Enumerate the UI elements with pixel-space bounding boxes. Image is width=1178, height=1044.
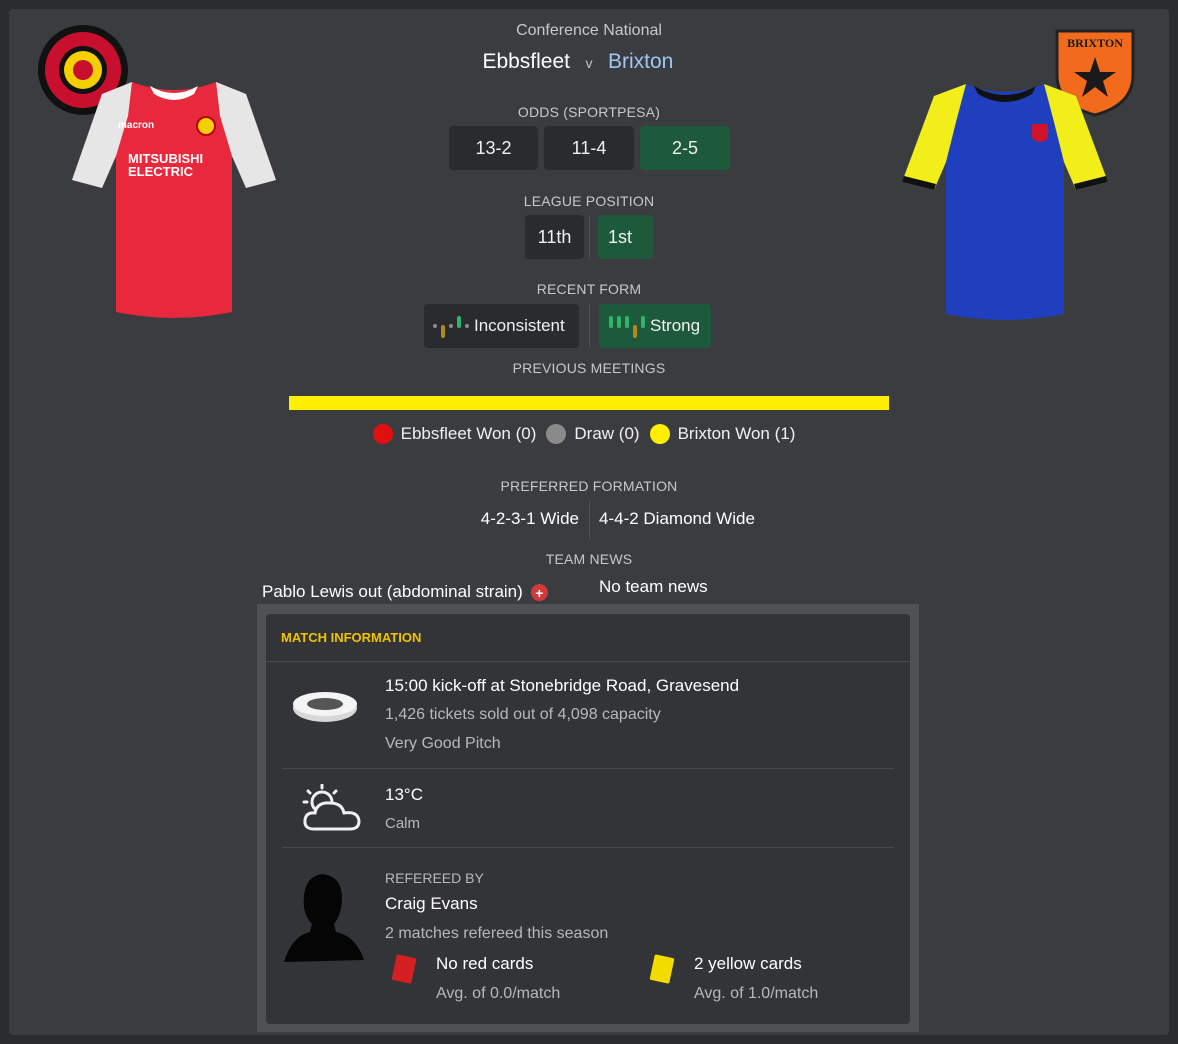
row-divider xyxy=(282,768,894,769)
legend-draw: Draw (0) xyxy=(546,424,640,444)
competition-name[interactable]: Conference National xyxy=(0,22,1178,40)
yellow-cards-average: Avg. of 1.0/match xyxy=(694,985,819,1002)
match-information-title: MATCH INFORMATION xyxy=(266,614,910,662)
form-strong-icon xyxy=(609,316,645,338)
venue-tickets: 1,426 tickets sold out of 4,098 capacity xyxy=(385,706,661,723)
weather-wind: Calm xyxy=(385,815,421,832)
weather-temperature: 13°C xyxy=(385,785,423,804)
venue-pitch: Very Good Pitch xyxy=(385,735,501,752)
divider xyxy=(589,304,590,348)
formation-home[interactable]: 4-2-3-1 Wide xyxy=(380,509,579,529)
draw-dot xyxy=(546,424,567,444)
formation-away[interactable]: 4-4-2 Diamond Wide xyxy=(599,509,859,529)
row-divider xyxy=(282,847,894,848)
red-cards: No red cards xyxy=(436,954,534,973)
stadium-icon xyxy=(293,692,357,722)
yellow-cards: 2 yellow cards xyxy=(694,954,802,973)
previous-meetings-bar xyxy=(289,396,889,410)
team-news-away: No team news xyxy=(599,577,708,596)
home-kit-sponsor: MITSUBISHI ELECTRIC xyxy=(128,151,204,179)
odds-home[interactable]: 13-2 xyxy=(449,126,538,170)
cloudy-sun-icon xyxy=(302,784,361,831)
home-team-name[interactable]: Ebbsfleet xyxy=(296,50,576,74)
league-position-away[interactable]: 1st xyxy=(598,215,653,259)
team-news-home[interactable]: Pablo Lewis out (abdominal strain) + xyxy=(262,582,548,602)
legend-draw-text: Draw (0) xyxy=(574,424,640,443)
legend-away-won: Brixton Won (1) xyxy=(649,424,796,444)
recent-form-label: RECENT FORM xyxy=(536,281,642,297)
form-inconsistent-icon xyxy=(433,316,469,338)
recent-form-away[interactable]: Strong xyxy=(599,304,711,348)
recent-form-home-text: Inconsistent xyxy=(474,316,565,335)
previous-meetings-legend: Ebbsfleet Won (0) Draw (0) Brixton Won (… xyxy=(0,424,1178,444)
match-information-panel: MATCH INFORMATION 15:00 kick-off at Ston… xyxy=(266,614,910,1024)
home-won-dot xyxy=(372,424,393,444)
previous-meetings-label: PREVIOUS MEETINGS xyxy=(512,360,666,376)
divider xyxy=(589,500,590,540)
recent-form-home[interactable]: Inconsistent xyxy=(424,304,579,348)
league-position-home[interactable]: 11th xyxy=(525,215,584,259)
away-team-name[interactable]: Brixton xyxy=(602,50,882,74)
red-card-icon xyxy=(391,954,417,984)
versus-label: v xyxy=(585,55,593,71)
odds-away[interactable]: 2-5 xyxy=(640,126,730,170)
legend-home-won: Ebbsfleet Won (0) xyxy=(372,424,537,444)
teams-line: Ebbsfleet v Brixton xyxy=(0,50,1178,74)
recent-form-away-text: Strong xyxy=(650,316,701,335)
league-position-label: LEAGUE POSITION xyxy=(523,193,655,209)
preferred-formation-label: PREFERRED FORMATION xyxy=(500,478,678,494)
yellow-card-icon xyxy=(649,954,675,984)
red-cards-average: Avg. of 0.0/match xyxy=(436,985,561,1002)
home-kit-maker: macron xyxy=(118,120,155,131)
referee-label: REFEREED BY xyxy=(385,870,484,886)
divider xyxy=(589,215,590,259)
person-silhouette-icon[interactable] xyxy=(282,872,366,964)
referee-name[interactable]: Craig Evans xyxy=(385,894,478,914)
team-news-label: TEAM NEWS xyxy=(545,551,633,567)
venue-headline[interactable]: 15:00 kick-off at Stonebridge Road, Grav… xyxy=(385,676,739,696)
referee-matches: 2 matches refereed this season xyxy=(385,925,609,942)
team-news-home-text: Pablo Lewis out (abdominal strain) xyxy=(262,582,523,601)
legend-home-won-text: Ebbsfleet Won (0) xyxy=(400,424,537,443)
injury-plus-icon: + xyxy=(530,584,548,602)
legend-away-won-text: Brixton Won (1) xyxy=(677,424,796,443)
odds-draw[interactable]: 11-4 xyxy=(544,126,634,170)
away-won-dot xyxy=(649,424,670,444)
odds-label: ODDS (SPORTPESA) xyxy=(517,104,661,120)
